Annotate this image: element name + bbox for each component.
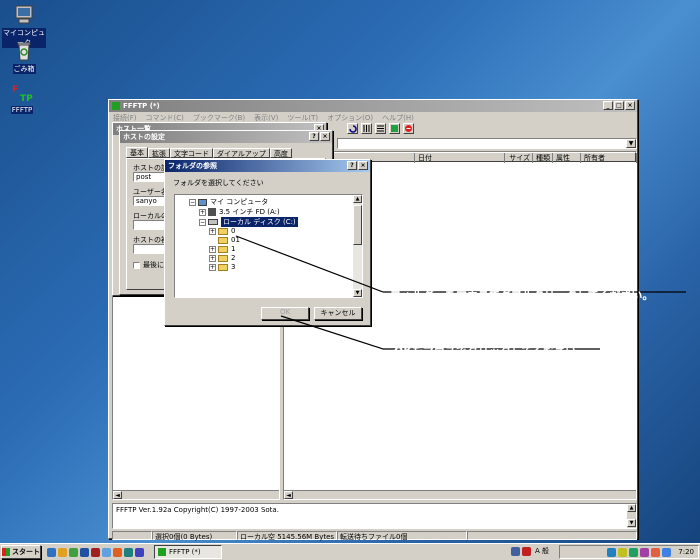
- ffftp-icon: [158, 548, 166, 556]
- callout-line-folder: [235, 235, 384, 293]
- app-icon[interactable]: [135, 547, 144, 557]
- app-icon[interactable]: [124, 547, 133, 557]
- start-button[interactable]: スタート: [1, 545, 41, 559]
- ime-icon[interactable]: [522, 546, 531, 556]
- app-icon[interactable]: [113, 547, 122, 557]
- callout-click-ok: OKをマウスでクリックしてください。: [394, 345, 588, 358]
- system-tray: 7:20: [559, 545, 699, 559]
- app-icon[interactable]: [91, 547, 100, 557]
- tray-icon[interactable]: [640, 547, 650, 557]
- callout-line-ok: [280, 315, 384, 350]
- ime-mode[interactable]: A 般: [535, 546, 549, 556]
- taskbar-task-ffftp[interactable]: FFFTP (*): [154, 545, 222, 559]
- volume-icon[interactable]: [662, 547, 672, 557]
- keyboard-icon[interactable]: [511, 546, 520, 556]
- taskbar: スタート FFFTP (*) A 般 7:20: [0, 543, 700, 560]
- callout-double-click: フォルダーをマウスでダブルクリックしてください。: [390, 289, 654, 302]
- media-icon[interactable]: [80, 547, 89, 557]
- quick-launch: [46, 547, 145, 557]
- ime-bar[interactable]: A 般: [510, 546, 552, 556]
- tray-icon[interactable]: [651, 547, 661, 557]
- app-icon[interactable]: [102, 547, 111, 557]
- tray-icon[interactable]: [618, 547, 628, 557]
- desktop-icon[interactable]: [69, 547, 78, 557]
- tray-icon[interactable]: [629, 547, 639, 557]
- windows-logo-icon: [2, 548, 10, 556]
- ie-icon[interactable]: [47, 547, 56, 557]
- tray-icon[interactable]: [607, 547, 617, 557]
- clock: 7:20: [678, 548, 694, 556]
- callout-lines: [235, 235, 686, 350]
- outlook-icon[interactable]: [58, 547, 67, 557]
